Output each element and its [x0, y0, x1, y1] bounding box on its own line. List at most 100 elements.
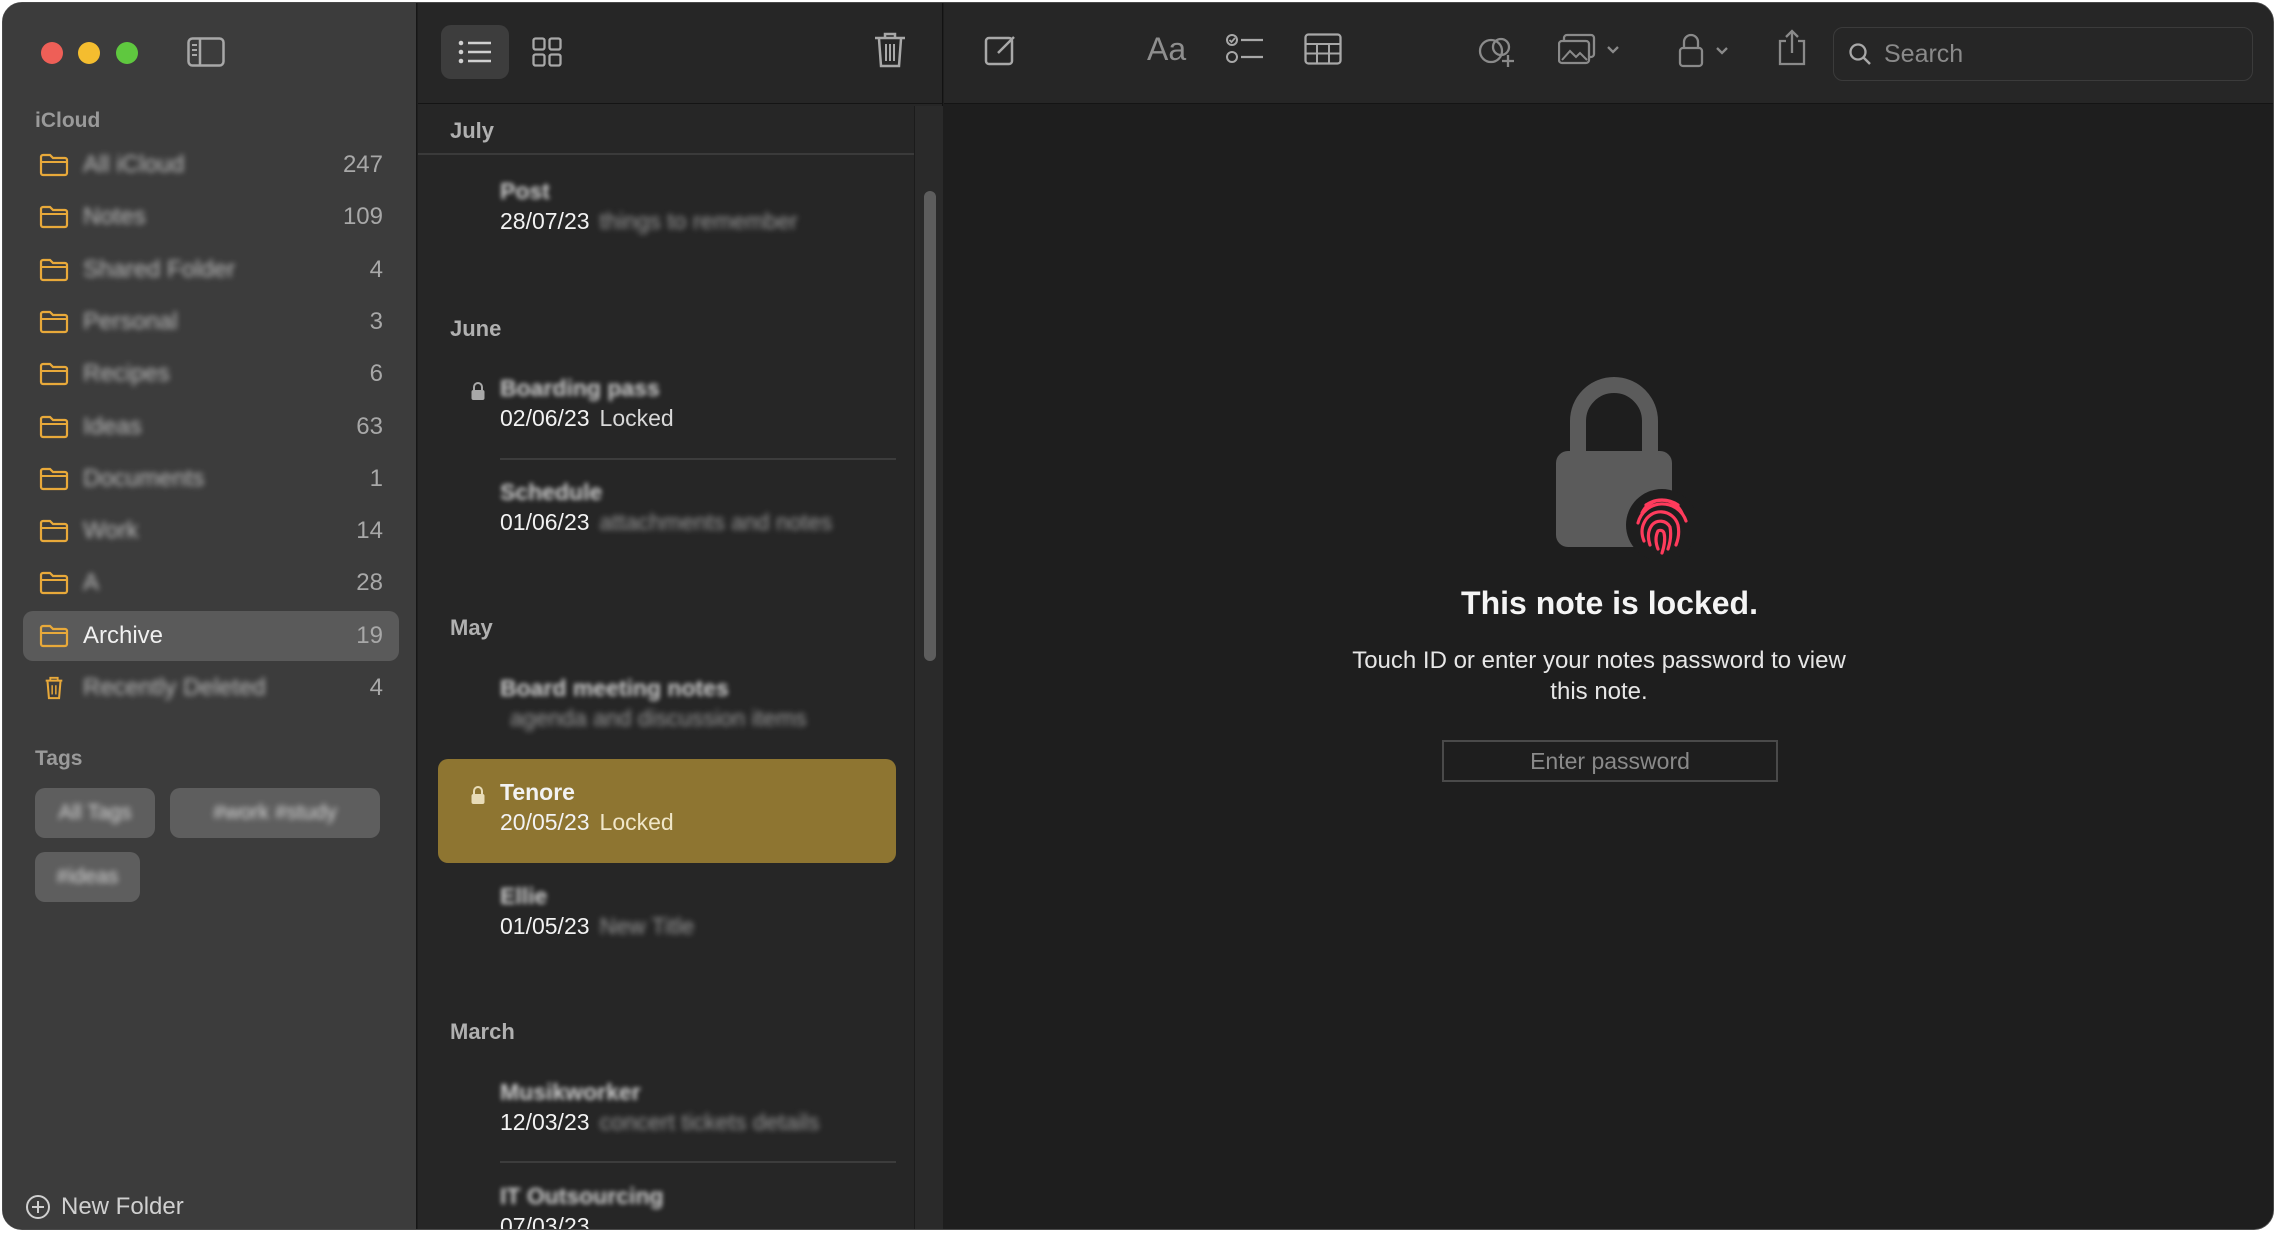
note-meta: 01/05/23 New Title — [500, 913, 694, 940]
folder-count: 1 — [369, 464, 383, 492]
note-meta: 07/03/23 — [500, 1213, 600, 1230]
lock-icon — [471, 786, 485, 804]
month-header: July — [450, 118, 495, 143]
close-window-button[interactable] — [41, 42, 63, 64]
folder-icon — [39, 415, 69, 438]
note-title: IT Outsourcing — [500, 1183, 664, 1209]
table-icon[interactable] — [1304, 33, 1342, 65]
password-input[interactable] — [1442, 740, 1778, 782]
note-preview: concert tickets details — [599, 1109, 820, 1135]
folder-count: 19 — [356, 621, 383, 649]
folder-name: Work — [83, 517, 139, 545]
tags-section-label: Tags — [35, 747, 83, 770]
month-header: March — [450, 1019, 515, 1044]
divider — [418, 153, 914, 155]
delete-note-icon[interactable] — [873, 31, 907, 69]
compose-icon[interactable] — [984, 33, 1018, 67]
folder-count: 6 — [369, 360, 383, 388]
icloud-section-label: iCloud — [35, 109, 101, 132]
sidebar-folder-item[interactable]: A 28 — [23, 558, 399, 608]
sidebar-folder-item[interactable]: Documents 1 — [23, 454, 399, 504]
note-meta: agenda and discussion items — [500, 705, 807, 732]
folder-icon — [39, 258, 69, 281]
folder-icon — [39, 310, 69, 333]
sidebar-folder-item[interactable]: Notes 109 — [23, 192, 399, 242]
sidebar-folder-item[interactable]: Recipes 6 — [23, 349, 399, 399]
sidebar-folder-item[interactable]: Shared Folder 4 — [23, 245, 399, 295]
note-row[interactable]: Post 28/07/23 things to remember — [438, 158, 896, 262]
sidebar-folder-item[interactable]: All iCloud 247 — [23, 140, 399, 190]
tag-chip[interactable]: All Tags — [35, 788, 155, 838]
folder-name: Documents — [83, 464, 205, 492]
lock-icon — [471, 382, 485, 400]
zoom-window-button[interactable] — [116, 42, 138, 64]
editor-toolbar: Aa — [944, 3, 2273, 104]
note-preview: Locked — [599, 405, 674, 431]
locked-title: This note is locked. — [1461, 585, 1758, 621]
plus-circle-icon — [26, 1195, 50, 1219]
note-date: 28/07/23 — [500, 208, 590, 234]
note-title: Boarding pass — [500, 375, 660, 401]
note-title: Tenore — [500, 779, 575, 805]
locked-fingerprint-icon — [1556, 377, 1696, 561]
note-meta: 12/03/23 concert tickets details — [500, 1109, 819, 1136]
sidebar-toggle-icon[interactable] — [187, 37, 225, 67]
sidebar-folder-item[interactable]: Archive 19 — [23, 610, 399, 661]
note-row[interactable]: Board meeting notes agenda and discussion… — [438, 655, 896, 759]
note-row[interactable]: Boarding pass 02/06/23 Locked — [438, 355, 896, 459]
folder-icon — [39, 519, 69, 543]
list-view-button[interactable] — [441, 25, 509, 79]
media-icon[interactable] — [1558, 33, 1622, 67]
folder-icon — [39, 363, 69, 386]
folder-count: 4 — [369, 674, 383, 701]
folder-count: 63 — [356, 412, 383, 440]
checklist-icon[interactable] — [1226, 33, 1264, 65]
note-title: Musikworker — [500, 1079, 641, 1105]
notes-window: iCloud All iCloud 247 Notes 109 Shared Fol… — [2, 2, 2274, 1230]
note-title: Schedule — [500, 479, 603, 505]
folder-name: Recently Deleted — [83, 674, 266, 701]
sidebar-folder-item[interactable]: Ideas 63 — [23, 402, 399, 452]
folder-name: Ideas — [83, 412, 142, 440]
note-date: 07/03/23 — [500, 1213, 590, 1230]
folder-icon — [39, 467, 69, 490]
collaborate-icon[interactable] — [1477, 33, 1517, 69]
folder-count: 14 — [356, 517, 383, 545]
folder-name: All iCloud — [83, 151, 185, 178]
search-input[interactable] — [1884, 39, 2224, 69]
share-icon[interactable] — [1776, 29, 1808, 67]
trash-icon — [45, 676, 63, 700]
folder-count: 28 — [356, 569, 383, 597]
folder-count: 3 — [369, 307, 383, 335]
minimize-window-button[interactable] — [78, 42, 100, 64]
folder-icon — [39, 153, 69, 177]
note-row[interactable]: Musikworker 12/03/23 concert tickets detai… — [438, 1059, 896, 1163]
gallery-view-button[interactable] — [513, 25, 581, 79]
note-preview: things to remember — [599, 208, 798, 234]
note-list-pane: July Post 28/07/23 things to remember June… — [418, 3, 943, 1229]
lock-menu-icon[interactable] — [1677, 33, 1733, 69]
sidebar-folder-item[interactable]: Recently Deleted 4 — [23, 663, 399, 713]
editor-pane: Aa Search This note is locked. Touch ID … — [944, 3, 2273, 1229]
scrollbar-thumb[interactable] — [924, 191, 936, 661]
note-title: Post — [500, 178, 550, 204]
note-row[interactable]: Tenore 20/05/23 Locked — [438, 759, 896, 863]
format-button[interactable]: Aa — [1147, 31, 1186, 68]
folder-count: 109 — [342, 203, 383, 231]
sidebar-folder-item[interactable]: Personal 3 — [23, 297, 399, 347]
note-preview: New Title — [599, 913, 695, 939]
tag-chip[interactable]: #work #study — [170, 788, 380, 838]
tag-chip[interactable]: #ideas — [35, 852, 140, 902]
folder-count: 4 — [369, 255, 383, 283]
search-field[interactable] — [1833, 27, 2253, 81]
note-row[interactable]: IT Outsourcing 07/03/23 — [438, 1163, 896, 1230]
folder-name: Notes — [83, 203, 146, 231]
month-header: May — [450, 615, 493, 640]
format-label: Aa — [1147, 31, 1187, 67]
locked-description: Touch ID or enter your notes password to… — [1352, 647, 1846, 705]
new-folder-button[interactable]: New Folder — [25, 1193, 184, 1221]
note-row[interactable]: Ellie 01/05/23 New Title — [438, 863, 896, 967]
note-preview: agenda and discussion items — [510, 705, 807, 731]
sidebar-folder-item[interactable]: Work 14 — [23, 506, 399, 556]
note-row[interactable]: Schedule 01/06/23 attachments and notes — [438, 459, 896, 563]
